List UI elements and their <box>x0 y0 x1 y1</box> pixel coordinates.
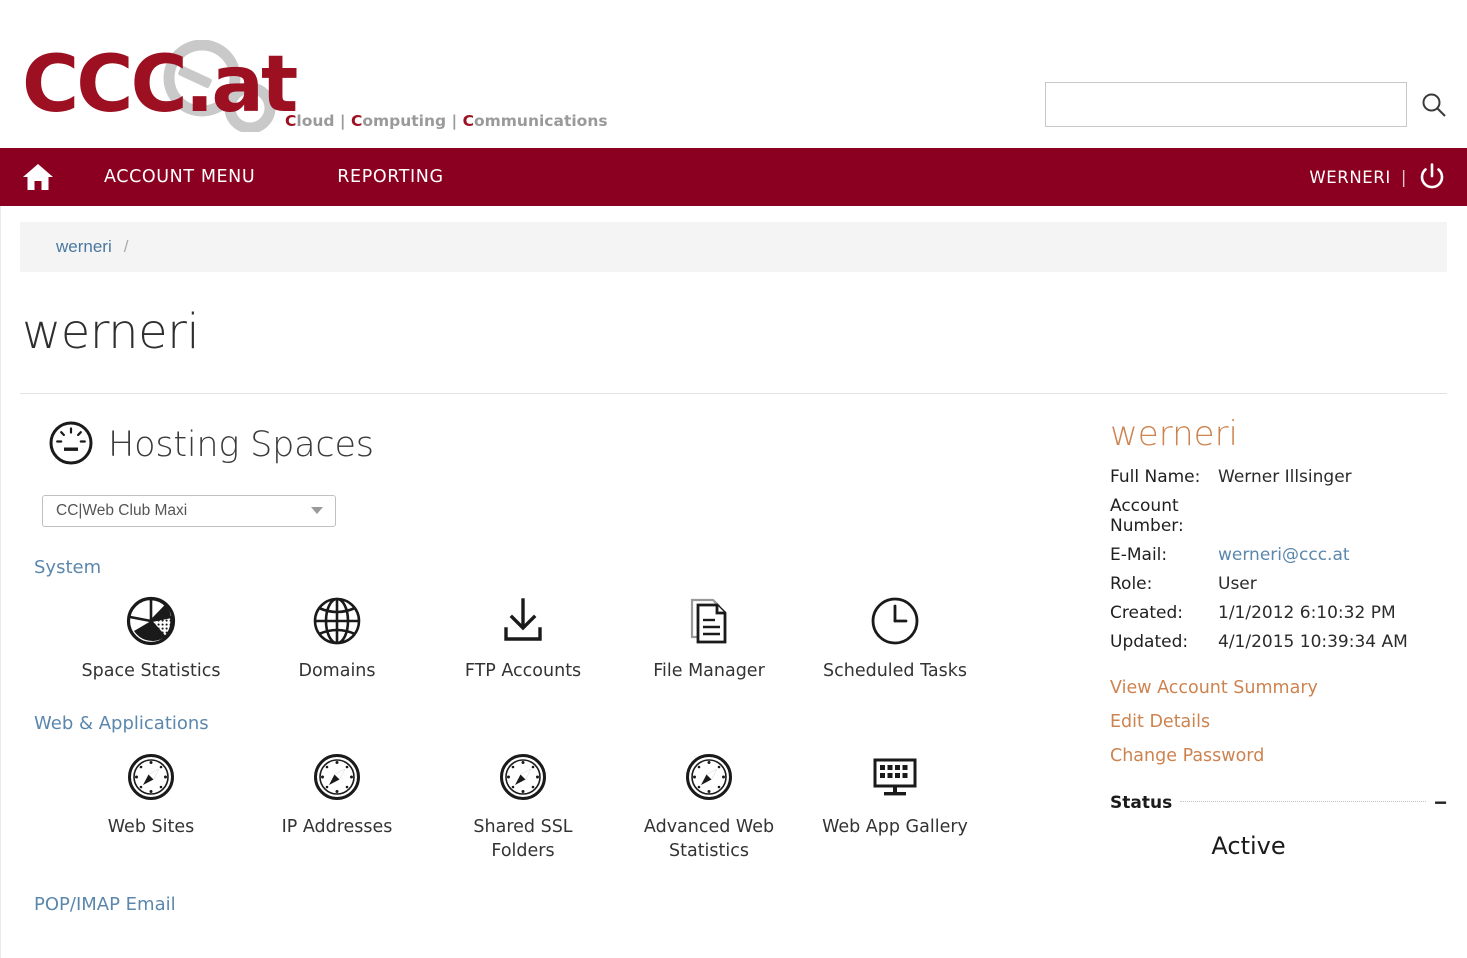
tile-label: Web App Gallery <box>822 816 968 840</box>
clock-icon <box>869 592 921 650</box>
compass-icon <box>497 748 549 806</box>
hosting-spaces-header: Hosting Spaces <box>48 420 1080 471</box>
link-view-account-summary[interactable]: View Account Summary <box>1110 678 1447 698</box>
compass-icon <box>683 748 735 806</box>
status-dotted-rule <box>1180 801 1426 802</box>
nav-item-reporting[interactable]: REPORTING <box>337 167 443 187</box>
detail-label: Created: <box>1110 603 1218 623</box>
documents-icon <box>683 592 735 650</box>
breadcrumb-separator: / <box>124 237 129 257</box>
detail-row-role: Role: User <box>1110 574 1447 594</box>
detail-label: Full Name: <box>1110 467 1218 487</box>
tile-scheduled-tasks[interactable]: Scheduled Tasks <box>802 592 988 684</box>
hosting-space-select[interactable]: CC|Web Club Maxi <box>42 495 336 527</box>
tile-shared-ssl-folders[interactable]: Shared SSL Folders <box>430 748 616 863</box>
detail-row-email: E-Mail: werneri@ccc.at <box>1110 545 1447 565</box>
tile-label: Space Statistics <box>82 660 221 684</box>
main-navbar: ACCOUNT MENU REPORTING WERNERI | <box>0 148 1467 206</box>
hosting-spaces-panel: Hosting Spaces CC|Web Club Maxi System <box>20 394 1080 915</box>
icon-row-system: Space Statistics <box>20 592 1080 684</box>
tile-label: Shared SSL Folders <box>443 816 603 863</box>
detail-label: AccountNumber: <box>1110 496 1218 536</box>
tile-ftp-accounts[interactable]: FTP Accounts <box>430 592 616 684</box>
group-label-system[interactable]: System <box>34 557 1080 578</box>
icon-row-web-applications: Web Sites <box>20 748 1080 863</box>
nav-item-account-menu[interactable]: ACCOUNT MENU <box>104 167 255 187</box>
power-icon[interactable] <box>1417 162 1447 192</box>
home-icon[interactable] <box>0 148 76 206</box>
compass-icon <box>125 748 177 806</box>
hosting-spaces-title: Hosting Spaces <box>108 425 374 465</box>
tile-space-statistics[interactable]: Space Statistics <box>58 592 244 684</box>
main-body: Hosting Spaces CC|Web Club Maxi System <box>0 394 1467 915</box>
nav-right-group: WERNERI | <box>1309 162 1467 192</box>
breadcrumb-item-werneri[interactable]: werneri <box>56 237 112 257</box>
group-label-web-applications[interactable]: Web & Applications <box>34 713 1080 734</box>
tile-file-manager[interactable]: File Manager <box>616 592 802 684</box>
status-title: Status <box>1110 793 1172 813</box>
tile-web-sites[interactable]: Web Sites <box>58 748 244 863</box>
tile-label: FTP Accounts <box>465 660 581 684</box>
site-logo[interactable]: CCC.at <box>22 40 280 136</box>
detail-value: 1/1/2012 6:10:32 PM <box>1218 603 1396 623</box>
tile-label: File Manager <box>653 660 765 684</box>
breadcrumb-outer: werneri / <box>0 206 1467 272</box>
search-icon[interactable] <box>1419 90 1449 120</box>
tile-label: Web Sites <box>108 816 194 840</box>
page-root: CCC.at Cloud | Computing | Communication… <box>0 0 1467 958</box>
tile-label: Domains <box>298 660 375 684</box>
link-change-password[interactable]: Change Password <box>1110 746 1447 766</box>
tile-domains[interactable]: Domains <box>244 592 430 684</box>
compass-icon <box>311 748 363 806</box>
search-input[interactable] <box>1045 82 1407 127</box>
monitor-icon <box>869 748 921 806</box>
download-icon <box>497 592 549 650</box>
detail-value: User <box>1218 574 1257 594</box>
tile-web-app-gallery[interactable]: Web App Gallery <box>802 748 988 863</box>
page-title: werneri <box>22 306 1467 359</box>
tile-advanced-web-statistics[interactable]: Advanced Web Statistics <box>616 748 802 863</box>
link-edit-details[interactable]: Edit Details <box>1110 712 1447 732</box>
nav-separator: | <box>1401 168 1407 187</box>
tile-label: Scheduled Tasks <box>823 660 967 684</box>
globe-icon <box>311 592 363 650</box>
status-badge: Active <box>1110 832 1447 860</box>
detail-label: Role: <box>1110 574 1218 594</box>
detail-value: Werner Illsinger <box>1218 467 1352 487</box>
tile-ip-addresses[interactable]: IP Addresses <box>244 748 430 863</box>
detail-row-full-name: Full Name: Werner Illsinger <box>1110 467 1447 487</box>
gauge-icon <box>48 420 94 471</box>
detail-label: Updated: <box>1110 632 1218 652</box>
account-title: werneri <box>1110 416 1447 453</box>
tile-label: IP Addresses <box>282 816 393 840</box>
detail-value-email-link[interactable]: werneri@ccc.at <box>1218 545 1350 565</box>
nav-current-user[interactable]: WERNERI <box>1309 168 1391 187</box>
logo-tagline: Cloud | Computing | Communications <box>285 112 608 130</box>
logo-mark: CCC.at <box>22 40 280 136</box>
status-section-header: Status − <box>1110 792 1447 814</box>
breadcrumb: werneri / <box>20 222 1447 272</box>
detail-value: 4/1/2015 10:39:34 AM <box>1218 632 1408 652</box>
detail-label: E-Mail: <box>1110 545 1218 565</box>
collapse-toggle-button[interactable]: − <box>1434 792 1447 814</box>
group-label-pop-imap-email[interactable]: POP/IMAP Email <box>34 894 1080 915</box>
account-details: Full Name: Werner Illsinger AccountNumbe… <box>1110 467 1447 652</box>
hosting-space-select-wrap: CC|Web Club Maxi <box>42 495 336 527</box>
account-sidebar: werneri Full Name: Werner Illsinger Acco… <box>1080 394 1447 915</box>
search-area <box>1045 82 1449 127</box>
tile-label: Advanced Web Statistics <box>629 816 789 863</box>
site-header: CCC.at Cloud | Computing | Communication… <box>0 0 1467 148</box>
account-action-links: View Account Summary Edit Details Change… <box>1110 678 1447 766</box>
logo-text: CCC.at <box>22 46 295 124</box>
detail-row-created: Created: 1/1/2012 6:10:32 PM <box>1110 603 1447 623</box>
detail-row-updated: Updated: 4/1/2015 10:39:34 AM <box>1110 632 1447 652</box>
detail-row-account-number: AccountNumber: <box>1110 496 1447 536</box>
pie-chart-icon <box>125 592 177 650</box>
